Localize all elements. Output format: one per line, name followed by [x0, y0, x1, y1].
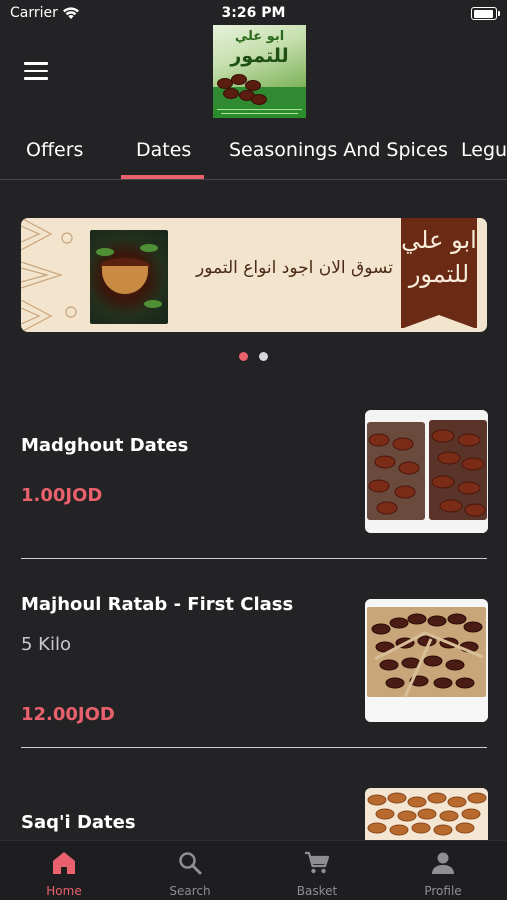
nav-profile-label: Profile [424, 884, 462, 898]
product-weight: 5 Kilo [21, 634, 71, 655]
banner-text: تسوق الان اجود انواع التمور [196, 258, 393, 278]
tabs-divider [0, 179, 507, 180]
dates-bowl-image [90, 230, 168, 324]
product-name: Majhoul Ratab - First Class [21, 594, 294, 615]
battery-icon [471, 7, 500, 20]
banner-ribbon: ابو علي للتمور [401, 218, 477, 329]
carousel-dot-1[interactable] [239, 352, 248, 361]
carousel-pagination [0, 352, 507, 362]
search-icon [179, 852, 202, 875]
store-logo: ابو علي للتمور [213, 25, 306, 118]
logo-text-line1: ابو علي [234, 29, 285, 44]
product-item[interactable]: Saq'i Dates [0, 788, 507, 840]
ribbon-text-line1: ابو علي [401, 226, 477, 254]
nav-basket[interactable]: Basket [254, 841, 380, 900]
tab-legumes[interactable]: Legumes [461, 139, 507, 161]
nav-profile[interactable]: Profile [380, 841, 506, 900]
status-bar: Carrier 3:26 PM [0, 0, 507, 28]
cart-icon [305, 851, 330, 874]
nav-basket-label: Basket [296, 884, 338, 898]
product-item[interactable]: Madghout Dates 1.00JOD [0, 410, 507, 560]
status-time: 3:26 PM [221, 5, 286, 21]
nav-home[interactable]: Home [1, 841, 127, 900]
product-price: 1.00JOD [21, 485, 103, 506]
product-image [365, 410, 488, 533]
tab-seasonings-and-spices[interactable]: Seasonings And Spices [229, 139, 448, 161]
product-name: Saq'i Dates [21, 812, 136, 833]
product-image [365, 599, 488, 722]
promo-banner[interactable]: تسوق الان اجود انواع التمور ابو علي للتم… [21, 218, 487, 332]
nav-search[interactable]: Search [127, 841, 253, 900]
ribbon-text-line2: للتمور [408, 260, 470, 288]
product-item[interactable]: Majhoul Ratab - First Class 5 Kilo 12.00… [0, 594, 507, 749]
list-divider [21, 558, 487, 559]
hamburger-menu-icon[interactable] [24, 62, 48, 80]
product-image [365, 788, 488, 840]
bottom-tab-bar: Home Search Basket Profile [0, 840, 507, 900]
tab-dates[interactable]: Dates [136, 139, 191, 161]
logo-text-line2: للتمور [230, 45, 289, 67]
tab-offers[interactable]: Offers [26, 139, 83, 161]
product-price: 12.00JOD [21, 704, 115, 725]
ornament-pattern [21, 218, 77, 332]
product-name: Madghout Dates [21, 435, 189, 456]
nav-home-label: Home [46, 884, 82, 898]
carousel-dot-2[interactable] [259, 352, 268, 361]
nav-search-label: Search [169, 884, 211, 898]
list-divider [21, 747, 487, 748]
category-tabs: Offers Dates Seasonings And Spices Legum… [0, 134, 507, 180]
person-icon [432, 852, 454, 874]
home-icon [53, 852, 75, 874]
